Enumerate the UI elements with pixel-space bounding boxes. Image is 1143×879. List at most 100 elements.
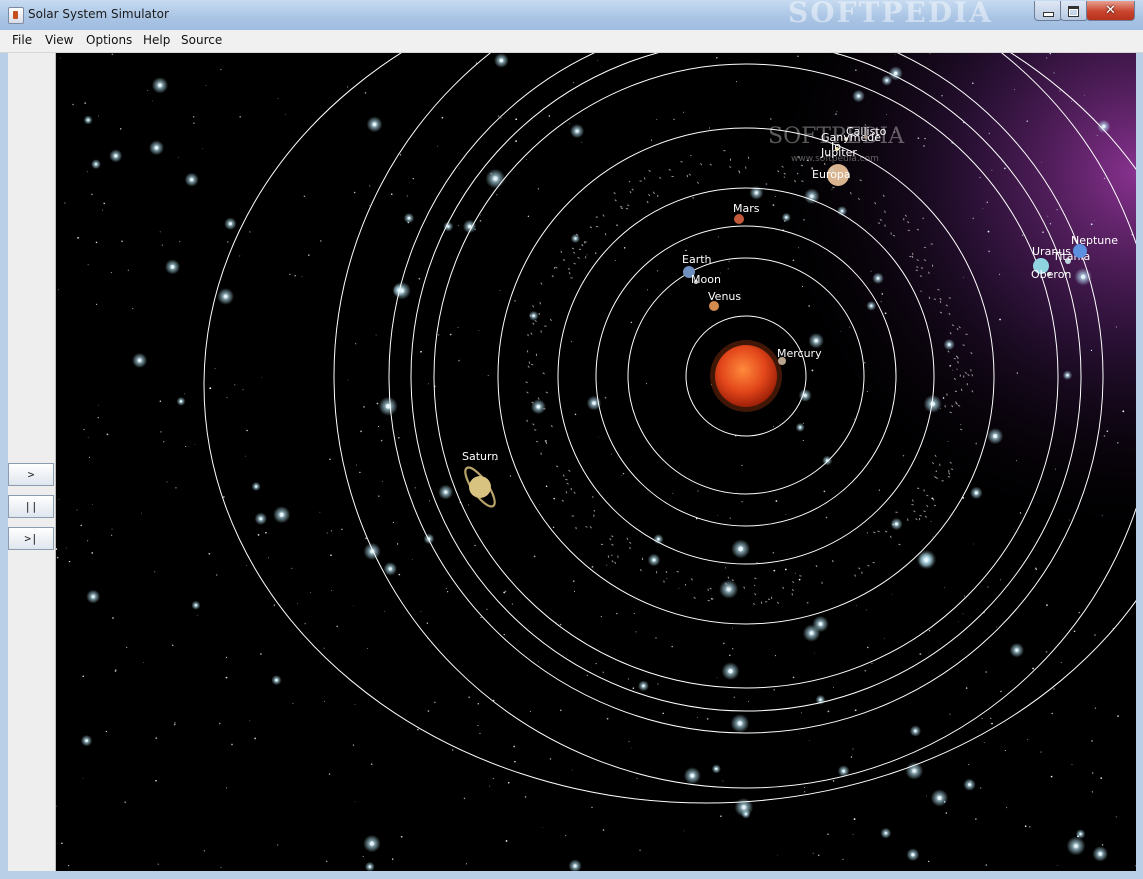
star (1049, 223, 1052, 225)
star (56, 556, 59, 559)
star (452, 749, 454, 751)
step-button[interactable]: >| (8, 527, 54, 550)
star (827, 710, 830, 713)
star (391, 858, 394, 860)
star (773, 569, 776, 572)
star (553, 267, 556, 269)
star (870, 270, 872, 272)
star (406, 195, 408, 197)
star (203, 850, 206, 852)
star (329, 458, 331, 461)
star (855, 69, 857, 71)
star (811, 369, 814, 372)
softpedia-watermark: SOFTPEDIA (788, 0, 993, 29)
asteroid (571, 515, 574, 517)
star (999, 318, 1001, 321)
star (748, 700, 749, 702)
star (842, 858, 844, 860)
star (400, 835, 403, 838)
star (802, 285, 804, 287)
star (728, 261, 730, 263)
star (1100, 777, 1103, 780)
asteroid (593, 514, 595, 517)
star (963, 276, 964, 278)
star (434, 701, 436, 704)
star (208, 552, 211, 555)
star (854, 709, 857, 712)
star (1053, 688, 1055, 690)
star (630, 747, 632, 749)
star (529, 710, 531, 713)
menu-options[interactable]: Options (86, 33, 132, 47)
star (420, 611, 422, 612)
star (1078, 611, 1080, 614)
star (111, 53, 114, 56)
star (611, 453, 613, 455)
star (418, 277, 421, 280)
star (717, 514, 719, 516)
play-button[interactable]: > (8, 463, 54, 486)
planet-saturn[interactable] (469, 476, 491, 498)
star (986, 201, 989, 203)
menu-view[interactable]: View (45, 33, 73, 47)
planet-mars[interactable] (734, 214, 744, 224)
star (292, 703, 294, 705)
star (591, 806, 593, 809)
star (840, 209, 844, 213)
star (72, 103, 74, 106)
star (628, 740, 630, 742)
star (377, 495, 380, 497)
star (121, 240, 123, 243)
star (1094, 634, 1096, 636)
menu-file[interactable]: File (12, 33, 32, 47)
star (965, 687, 968, 689)
star (82, 675, 84, 678)
maximize-button[interactable] (1060, 1, 1088, 21)
star (87, 264, 89, 266)
star (604, 396, 607, 399)
star (443, 490, 448, 494)
sun[interactable] (715, 345, 777, 407)
simulation-viewport[interactable]: SOFTPEDIA www.softpedia.com Mercury Venus… (56, 53, 1136, 871)
star (524, 796, 527, 798)
star (1083, 94, 1085, 96)
star (1060, 662, 1062, 663)
star (708, 127, 711, 129)
star (973, 543, 974, 545)
star (226, 396, 228, 398)
minimize-button[interactable] (1034, 1, 1062, 21)
star (259, 653, 262, 655)
star (812, 852, 814, 854)
star (706, 717, 709, 720)
solar-system-canvas[interactable]: SOFTPEDIA www.softpedia.com MercuryVenus… (56, 53, 1136, 871)
star (982, 208, 984, 210)
star (192, 116, 195, 118)
star (1053, 72, 1055, 74)
star (592, 401, 596, 405)
star (84, 102, 86, 104)
menu-source[interactable]: Source (181, 33, 222, 47)
star (205, 84, 207, 86)
star (119, 128, 122, 130)
star (268, 557, 270, 559)
star (552, 526, 555, 529)
star (560, 709, 562, 712)
star (1056, 864, 1058, 866)
star (326, 532, 328, 534)
star (911, 853, 915, 857)
asteroid (620, 207, 624, 209)
star (672, 492, 674, 494)
asteroid (959, 374, 961, 377)
star (867, 646, 869, 649)
star (1004, 167, 1006, 170)
star (792, 676, 795, 679)
star (196, 615, 198, 617)
star (642, 684, 645, 688)
menu-help[interactable]: Help (143, 33, 170, 47)
pause-button[interactable]: || (8, 495, 54, 518)
title-bar[interactable]: Solar System Simulator SOFTPEDIA ✕ (0, 0, 1143, 31)
star (1040, 751, 1042, 753)
star (261, 377, 263, 379)
close-button[interactable]: ✕ (1086, 1, 1135, 21)
star (769, 118, 772, 120)
